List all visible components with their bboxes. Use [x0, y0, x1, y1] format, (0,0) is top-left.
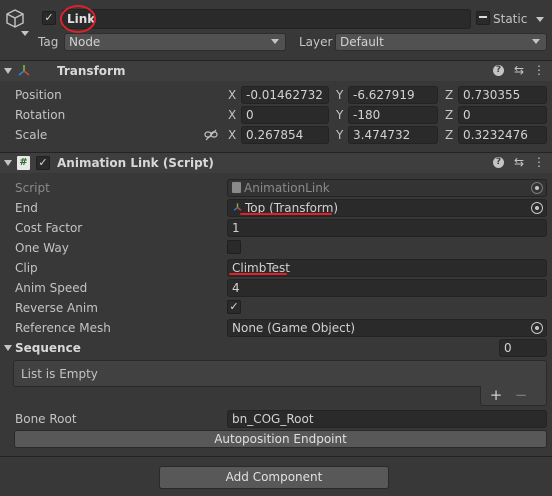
more-options-icon[interactable]: ⋮	[532, 154, 546, 170]
sequence-size-field[interactable]: 0	[499, 339, 547, 357]
position-z-field[interactable]: 0.730355	[458, 86, 547, 104]
rotation-y-axis[interactable]: Y	[336, 107, 343, 123]
layer-label: Layer	[299, 35, 333, 49]
reverse-anim-label: Reverse Anim	[15, 301, 98, 315]
scale-y-axis[interactable]: Y	[336, 127, 343, 143]
tag-value: Node	[69, 35, 101, 49]
script-icon: #	[17, 156, 30, 170]
transform-icon	[232, 201, 243, 212]
remove-element-button[interactable]: −	[514, 387, 528, 403]
clip-label: Clip	[15, 261, 38, 275]
reference-mesh-label: Reference Mesh	[15, 321, 111, 335]
reference-mesh-field[interactable]: None (Game Object)	[227, 319, 547, 337]
chevron-down-icon	[532, 39, 540, 44]
scale-y-field[interactable]: 3.474732	[348, 126, 438, 144]
chevron-down-icon	[271, 39, 279, 44]
help-icon[interactable]: ?	[493, 65, 504, 76]
position-y-axis[interactable]: Y	[336, 87, 343, 103]
position-x-axis[interactable]: X	[228, 87, 236, 103]
layer-value: Default	[340, 35, 384, 49]
position-label: Position	[15, 88, 62, 102]
rotation-y-field[interactable]: -180	[348, 106, 438, 124]
presets-icon[interactable]: ⇆	[512, 62, 526, 78]
add-component-button[interactable]: Add Component	[159, 466, 389, 489]
position-x-field[interactable]: -0.01462732	[241, 86, 329, 104]
script-value: AnimationLink	[244, 181, 330, 195]
divider	[0, 456, 552, 457]
position-z-axis[interactable]: Z	[445, 87, 453, 103]
scale-label: Scale	[15, 128, 48, 142]
gameobject-icon	[4, 8, 26, 30]
transform-icon	[16, 63, 32, 79]
scale-z-axis[interactable]: Z	[445, 127, 453, 143]
bone-root-label: Bone Root	[15, 412, 77, 426]
cost-factor-field[interactable]: 1	[227, 219, 547, 237]
foldout-arrow-icon[interactable]	[4, 68, 12, 74]
gameobject-icon-dropdown[interactable]	[21, 31, 29, 36]
rotation-x-axis[interactable]: X	[228, 107, 236, 123]
component-enabled-checkbox[interactable]: ✓	[36, 156, 50, 170]
one-way-label: One Way	[15, 241, 69, 255]
autoposition-endpoint-button[interactable]: Autoposition Endpoint	[14, 430, 547, 448]
constrain-proportions-icon[interactable]	[204, 128, 218, 142]
transform-title: Transform	[57, 64, 126, 78]
object-picker-icon[interactable]	[531, 322, 543, 334]
anim-speed-field[interactable]: 4	[227, 279, 547, 297]
script-file-icon	[232, 182, 241, 193]
reference-mesh-value: None (Game Object)	[232, 321, 356, 335]
rotation-z-axis[interactable]: Z	[445, 107, 453, 123]
static-mixed-icon	[479, 16, 487, 18]
static-checkbox[interactable]	[476, 11, 490, 25]
object-picker-icon[interactable]	[531, 202, 543, 214]
end-label: End	[15, 201, 38, 215]
scale-x-field[interactable]: 0.267854	[241, 126, 329, 144]
scale-x-axis[interactable]: X	[228, 127, 236, 143]
more-options-icon[interactable]: ⋮	[532, 62, 546, 78]
one-way-checkbox[interactable]	[227, 240, 241, 254]
rotation-z-field[interactable]: 0	[458, 106, 547, 124]
scale-z-field[interactable]: 0.3232476	[458, 126, 547, 144]
anim-speed-label: Anim Speed	[15, 281, 88, 295]
sequence-label[interactable]: Sequence	[15, 340, 81, 356]
bone-root-field[interactable]: bn_COG_Root	[227, 410, 547, 428]
sequence-foldout-icon[interactable]	[4, 345, 12, 351]
reverse-anim-checkbox[interactable]: ✓	[227, 300, 241, 314]
cost-factor-label: Cost Factor	[15, 221, 83, 235]
script-field: AnimationLink	[227, 179, 547, 197]
annotation-circle	[60, 5, 96, 33]
rotation-x-field[interactable]: 0	[241, 106, 329, 124]
static-label: Static	[493, 12, 528, 26]
active-checkbox[interactable]: ✓	[42, 11, 56, 25]
annotation-underline-end	[240, 213, 332, 215]
static-dropdown-icon[interactable]	[536, 17, 544, 22]
rotation-label: Rotation	[15, 108, 66, 122]
list-empty-text: List is Empty	[21, 367, 98, 381]
add-element-button[interactable]: +	[489, 387, 503, 403]
tag-dropdown[interactable]: Node	[64, 33, 286, 51]
annotation-underline-clip	[229, 273, 287, 275]
tag-label: Tag	[38, 35, 59, 49]
animation-link-title: Animation Link (Script)	[57, 156, 214, 170]
presets-icon[interactable]: ⇆	[512, 154, 526, 170]
object-picker-icon	[531, 182, 543, 194]
position-y-field[interactable]: -6.627919	[348, 86, 438, 104]
name-field[interactable]: Link	[62, 9, 471, 29]
help-icon[interactable]: ?	[493, 157, 504, 168]
foldout-arrow-icon[interactable]	[4, 160, 12, 166]
layer-dropdown[interactable]: Default	[335, 33, 547, 51]
list-footer: + −	[480, 386, 547, 406]
sequence-list: List is Empty	[13, 360, 547, 387]
script-label: Script	[15, 181, 50, 195]
